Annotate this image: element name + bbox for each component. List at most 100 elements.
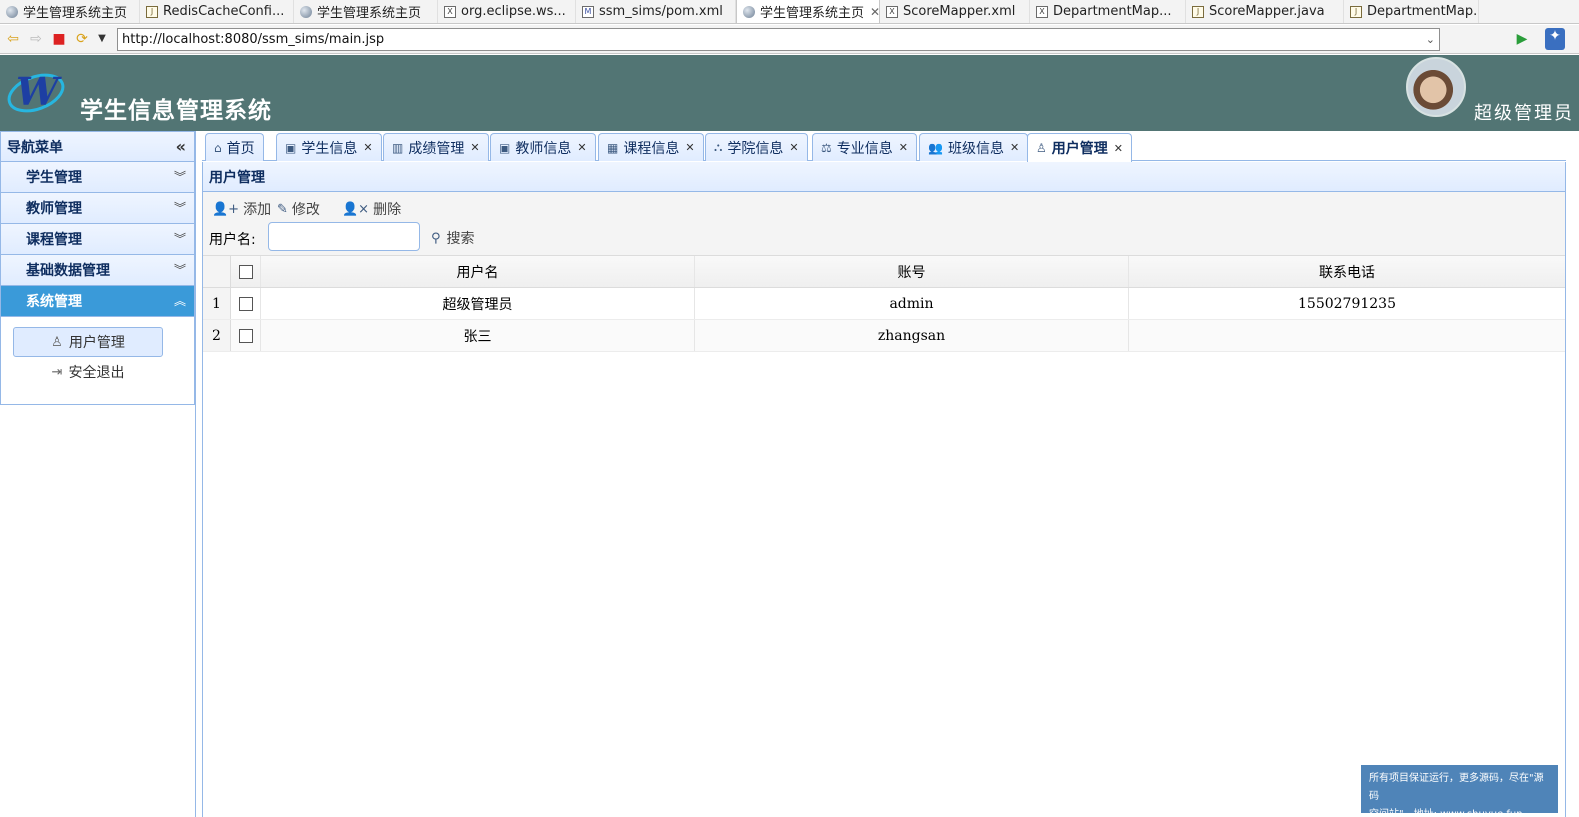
tab-course-info[interactable]: ▦ 课程信息 ✕ [598, 133, 704, 161]
tab-major-info[interactable]: ⚖ 专业信息 ✕ [812, 133, 917, 161]
sign-out-icon: ⇥ [51, 364, 63, 380]
editor-tab-3[interactable]: 学生管理系统主页 [294, 0, 438, 23]
url-input[interactable]: http://localhost:8080/ssm_sims/main.jsp ⌄ [117, 28, 1440, 51]
table-row[interactable]: 1 超级管理员 admin 15502791235 [203, 288, 1565, 320]
school-logo-icon: W [7, 69, 65, 114]
cell-username: 张三 [261, 320, 695, 351]
tab-user-management[interactable]: ♙ 用户管理 ✕ [1027, 133, 1132, 162]
cell-username: 超级管理员 [261, 288, 695, 319]
close-icon[interactable]: ✕ [363, 141, 372, 154]
bookmark-star-icon[interactable]: ✦ [1545, 28, 1565, 50]
sidebar-submenu: ♙ 用户管理 ⇥ 安全退出 [0, 317, 195, 405]
select-all-cell [231, 256, 261, 287]
column-header-phone[interactable]: 联系电话 [1129, 256, 1565, 287]
xml-file-icon: X [886, 5, 898, 18]
calendar-icon: ▦ [607, 140, 619, 155]
delete-button[interactable]: 👤× 删除 [342, 198, 401, 220]
sidebar-group-course[interactable]: 课程管理 ︾ [0, 224, 195, 255]
close-icon[interactable]: ✕ [899, 141, 908, 154]
double-chevron-down-icon: ︾ [173, 201, 186, 215]
editor-tab-1[interactable]: 学生管理系统主页 [0, 0, 140, 23]
app-title: 学生信息管理系统 [80, 98, 272, 124]
close-icon[interactable]: ✕ [1010, 141, 1019, 154]
table-header-row: 用户名 账号 联系电话 [203, 256, 1565, 288]
user-times-icon: 👤× [342, 201, 370, 217]
forward-arrow-icon[interactable]: ⇨ [28, 31, 44, 47]
back-arrow-icon[interactable]: ⇦ [5, 31, 21, 47]
collapse-double-left-icon[interactable]: « [176, 137, 186, 156]
tab-teacher-info[interactable]: ▣ 教师信息 ✕ [490, 133, 596, 161]
add-button[interactable]: 👤+ 添加 [212, 198, 271, 220]
tab-student-info[interactable]: ▣ 学生信息 ✕ [276, 133, 382, 161]
tab-college-info[interactable]: ⛬ 学院信息 ✕ [705, 133, 808, 161]
user-plus-icon: 👤+ [212, 201, 240, 217]
tab-class-info[interactable]: 👥 班级信息 ✕ [919, 133, 1029, 161]
sidebar-group-teacher[interactable]: 教师管理 ︾ [0, 193, 195, 224]
close-icon[interactable]: ✕ [577, 141, 586, 154]
table-row[interactable]: 2 张三 zhangsan [203, 320, 1565, 352]
double-chevron-down-icon: ︾ [173, 170, 186, 184]
sidebar-group-system[interactable]: 系统管理 ︽ [0, 286, 195, 317]
sidebar-group-student[interactable]: 学生管理 ︾ [0, 162, 195, 193]
close-tab-icon[interactable]: ✕ [870, 5, 879, 19]
stop-icon[interactable]: ■ [51, 31, 67, 47]
editor-tab-6[interactable]: 学生管理系统主页 ✕ [736, 0, 880, 23]
globe-icon [6, 5, 18, 18]
username-search-input[interactable] [268, 222, 420, 251]
row-checkbox-cell [231, 320, 261, 351]
row-number-header [203, 256, 231, 287]
java-file-icon: J [1350, 5, 1362, 18]
watermark-line-1: 所有项目保证运行，更多源码，尽在"源码 [1369, 773, 1544, 802]
admin-name: 超级管理员 [1474, 103, 1574, 124]
editor-tab-4[interactable]: Xorg.eclipse.ws... [438, 0, 576, 23]
go-play-icon[interactable]: ▶ [1514, 31, 1530, 47]
sidebar-header: 导航菜单 « [0, 131, 195, 162]
search-button[interactable]: ⚲ 搜索 [431, 228, 475, 248]
column-header-account[interactable]: 账号 [695, 256, 1129, 287]
cell-account: zhangsan [695, 320, 1129, 351]
row-checkbox[interactable] [238, 328, 253, 343]
cell-phone [1129, 320, 1565, 351]
refresh-icon[interactable]: ⟳ [74, 31, 90, 47]
select-all-checkbox[interactable] [238, 264, 253, 279]
browser-address-bar: ⇦ ⇨ ■ ⟳ ▼ http://localhost:8080/ssm_sims… [0, 25, 1579, 54]
cell-account: admin [695, 288, 1129, 319]
sidebar-item-user-management[interactable]: ♙ 用户管理 [13, 327, 163, 357]
edit-icon: ✎ [277, 201, 288, 217]
sidebar: 导航菜单 « 学生管理 ︾ 教师管理 ︾ 课程管理 ︾ 基础数据管理 ︾ 系统管理 ︽ ♙… [0, 131, 196, 817]
java-file-icon: J [146, 5, 158, 18]
column-header-username[interactable]: 用户名 [261, 256, 695, 287]
row-checkbox[interactable] [238, 296, 253, 311]
balance-icon: ⚖ [821, 140, 832, 155]
tab-home[interactable]: ⌂ 首页 [205, 133, 264, 161]
sidebar-group-basic-data[interactable]: 基础数据管理 ︾ [0, 255, 195, 286]
sidebar-item-logout[interactable]: ⇥ 安全退出 [13, 357, 163, 387]
edit-button[interactable]: ✎ 修改 [277, 198, 320, 220]
editor-tab-10[interactable]: J DepartmentMap... [1344, 0, 1479, 23]
toolbar: 👤+ 添加 ✎ 修改 👤× 删除 用户名: ⚲ 搜索 [203, 192, 1565, 256]
search-icon: ⚲ [431, 230, 441, 246]
close-icon[interactable]: ✕ [685, 141, 694, 154]
users-icon: 👥 [928, 140, 943, 155]
close-icon[interactable]: ✕ [789, 141, 798, 154]
editor-tab-8[interactable]: X DepartmentMap... [1030, 0, 1186, 23]
close-icon[interactable]: ✕ [470, 141, 479, 154]
java-file-icon: J [1192, 5, 1204, 18]
editor-tab-7[interactable]: X ScoreMapper.xml [880, 0, 1030, 23]
maven-file-icon: M [582, 5, 594, 18]
user-icon: ♙ [51, 334, 63, 350]
editor-tab-2[interactable]: J RedisCacheConfi... [140, 0, 294, 23]
chevron-down-icon[interactable]: ⌄ [1426, 29, 1435, 50]
close-icon[interactable]: ✕ [1114, 142, 1123, 155]
home-icon: ⌂ [214, 140, 222, 155]
tab-score-management[interactable]: ▥ 成绩管理 ✕ [383, 133, 489, 161]
editor-tab-5[interactable]: Mssm_sims/pom.xml [576, 0, 736, 23]
double-chevron-down-icon: ︾ [173, 232, 186, 246]
editor-tab-9[interactable]: J ScoreMapper.java [1186, 0, 1344, 23]
xml-file-icon: X [444, 5, 456, 18]
xml-file-icon: X [1036, 5, 1048, 18]
avatar[interactable] [1406, 57, 1466, 117]
row-checkbox-cell [231, 288, 261, 319]
panel-body: 👤+ 添加 ✎ 修改 👤× 删除 用户名: ⚲ 搜索 用户名 账号 联系电话 1 超级管… [202, 192, 1566, 817]
dropdown-arrow-icon[interactable]: ▼ [94, 31, 110, 47]
